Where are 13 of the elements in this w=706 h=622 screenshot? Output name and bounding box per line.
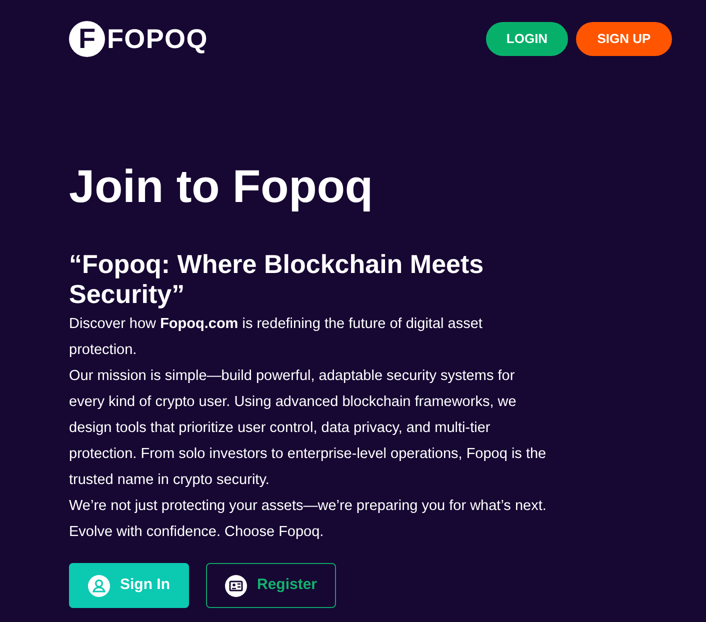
- logo-mark: F: [69, 21, 105, 57]
- user-icon: [88, 574, 110, 596]
- signup-button[interactable]: SIGN UP: [576, 22, 672, 56]
- login-button[interactable]: LOGIN: [486, 22, 568, 56]
- logo-text: FOPOQ: [107, 26, 208, 52]
- paragraph: We’re not just protecting your assets—we’re preparing you for what’s next. Evolve with confidence. Choose Fopoq.: [69, 497, 548, 542]
- paragraph: Our mission is simple—build powerful, adaptable security systems for every kind of crypto user. Using advanced blockchain frameworks, we design tools that prioritize user control, data privacy, and multi-tier protection. From solo investors to enterprise-level operations, Fopoq is the trusted name in crypto security.: [69, 367, 548, 490]
- subtitle: “Fopoq: Where Blockchain Meets Security”: [69, 249, 485, 309]
- paragraph: Discover how Fopoq.com is redefining the future of digital asset protection.: [69, 315, 484, 360]
- sign-in-button[interactable]: Sign In: [69, 563, 189, 608]
- register-button[interactable]: Register: [206, 563, 336, 608]
- page-title: Join to Fopoq: [69, 163, 374, 209]
- id-card-icon: [224, 574, 247, 596]
